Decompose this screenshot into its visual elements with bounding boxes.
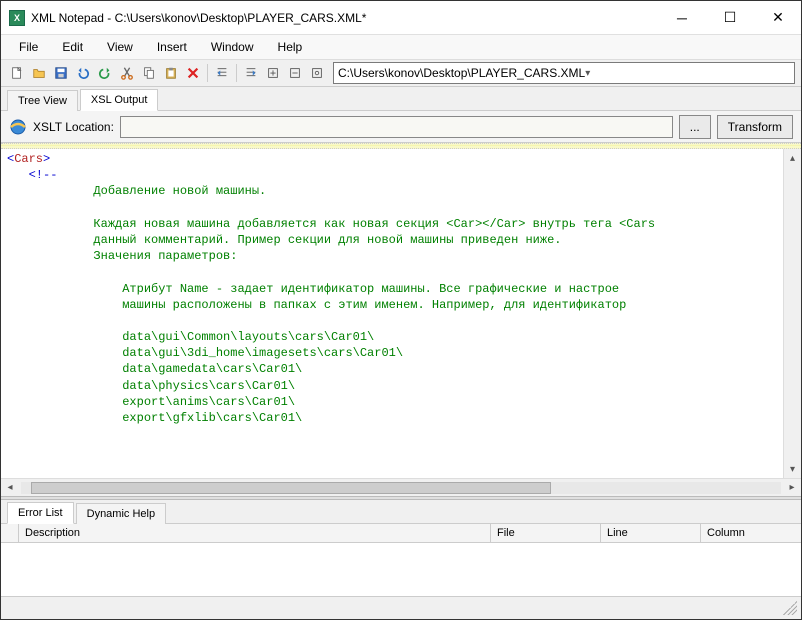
new-file-icon[interactable]: [7, 63, 27, 83]
undo-icon[interactable]: [73, 63, 93, 83]
toolbar: C:\Users\konov\Desktop\PLAYER_CARS.XML ▾: [1, 59, 801, 87]
xslt-location-label: XSLT Location:: [33, 120, 114, 134]
tab-dynamic-help[interactable]: Dynamic Help: [76, 503, 166, 524]
indent-icon[interactable]: [241, 63, 261, 83]
error-grid-header: Description File Line Column: [1, 523, 801, 543]
bottom-tabs: Error List Dynamic Help: [1, 500, 801, 523]
scroll-right-icon[interactable]: ▸: [783, 479, 801, 496]
menu-help[interactable]: Help: [268, 37, 313, 57]
collapse-icon[interactable]: [285, 63, 305, 83]
menu-file[interactable]: File: [9, 37, 48, 57]
app-icon: X: [9, 10, 25, 26]
menu-view[interactable]: View: [97, 37, 143, 57]
menu-insert[interactable]: Insert: [147, 37, 197, 57]
outdent-icon[interactable]: [212, 63, 232, 83]
menu-window[interactable]: Window: [201, 37, 264, 57]
separator-icon: [236, 64, 237, 82]
col-icon[interactable]: [1, 524, 19, 542]
close-button[interactable]: ✕: [763, 8, 793, 28]
find-icon[interactable]: [307, 63, 327, 83]
statusbar: [1, 597, 801, 619]
ie-icon: [9, 118, 27, 136]
redo-icon[interactable]: [95, 63, 115, 83]
window-controls: ─ ☐ ✕: [667, 8, 793, 28]
tab-xsl-output[interactable]: XSL Output: [80, 89, 158, 111]
col-line[interactable]: Line: [601, 524, 701, 542]
delete-icon[interactable]: [183, 63, 203, 83]
scroll-down-icon[interactable]: ▾: [784, 460, 801, 478]
error-grid-body: [1, 543, 801, 597]
xslt-location-input[interactable]: [120, 116, 673, 138]
view-tabs: Tree View XSL Output: [1, 87, 801, 111]
save-icon[interactable]: [51, 63, 71, 83]
expand-icon[interactable]: [263, 63, 283, 83]
vertical-scrollbar[interactable]: ▴ ▾: [783, 149, 801, 478]
resize-grip-icon[interactable]: [783, 601, 797, 615]
titlebar: X XML Notepad - C:\Users\konov\Desktop\P…: [1, 1, 801, 35]
maximize-button[interactable]: ☐: [715, 8, 745, 28]
separator-icon: [207, 64, 208, 82]
cut-icon[interactable]: [117, 63, 137, 83]
col-description[interactable]: Description: [19, 524, 491, 542]
code-pane: <Cars> <!-- Добавление новой машины. Каж…: [1, 143, 801, 478]
scroll-up-icon[interactable]: ▴: [784, 149, 801, 167]
menu-edit[interactable]: Edit: [52, 37, 93, 57]
app-window: X XML Notepad - C:\Users\konov\Desktop\P…: [0, 0, 802, 620]
path-value: C:\Users\konov\Desktop\PLAYER_CARS.XML: [338, 66, 585, 80]
menubar: File Edit View Insert Window Help: [1, 35, 801, 59]
content-area: <Cars> <!-- Добавление новой машины. Каж…: [1, 143, 801, 496]
xslt-bar: XSLT Location: ... Transform: [1, 111, 801, 143]
tab-error-list[interactable]: Error List: [7, 502, 74, 524]
tab-tree-view[interactable]: Tree View: [7, 90, 78, 111]
dropdown-icon[interactable]: ▾: [585, 68, 790, 79]
open-file-icon[interactable]: [29, 63, 49, 83]
browse-button[interactable]: ...: [679, 115, 711, 139]
minimize-button[interactable]: ─: [667, 8, 697, 28]
scroll-left-icon[interactable]: ◂: [1, 479, 19, 496]
paste-icon[interactable]: [161, 63, 181, 83]
path-combobox[interactable]: C:\Users\konov\Desktop\PLAYER_CARS.XML ▾: [333, 62, 795, 84]
scroll-thumb[interactable]: [31, 482, 551, 494]
scroll-track[interactable]: [21, 482, 781, 494]
transform-button[interactable]: Transform: [717, 115, 793, 139]
copy-icon[interactable]: [139, 63, 159, 83]
window-title: XML Notepad - C:\Users\konov\Desktop\PLA…: [31, 11, 667, 25]
col-file[interactable]: File: [491, 524, 601, 542]
code-view[interactable]: <Cars> <!-- Добавление новой машины. Каж…: [1, 149, 801, 478]
col-column[interactable]: Column: [701, 524, 801, 542]
horizontal-scrollbar[interactable]: ◂ ▸: [1, 478, 801, 496]
